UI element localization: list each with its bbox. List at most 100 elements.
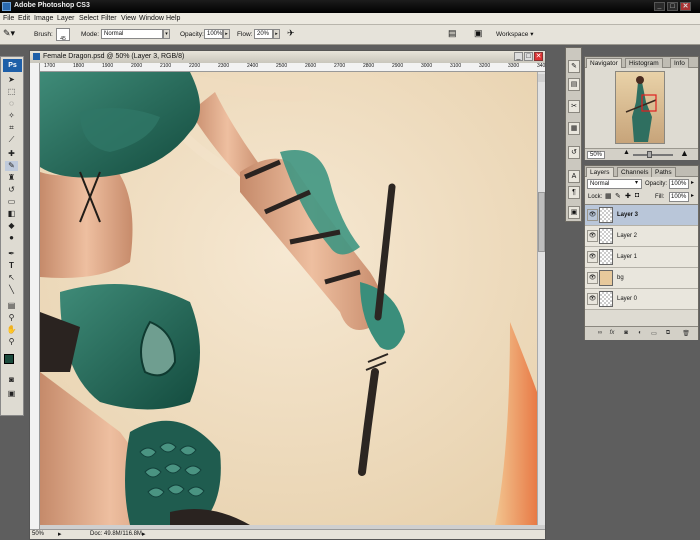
- eraser-icon[interactable]: ▭: [5, 197, 18, 207]
- screen-mode-icon[interactable]: ▣: [5, 389, 18, 399]
- doc-close-button[interactable]: ✕: [534, 52, 543, 61]
- scroll-thumb[interactable]: [538, 192, 545, 252]
- tool-presets-panel-icon[interactable]: ▤: [568, 78, 580, 91]
- lasso-tool-icon[interactable]: ◌: [5, 99, 18, 109]
- lock-pixels-icon[interactable]: ✎: [615, 192, 621, 200]
- tab-channels[interactable]: Channels: [617, 167, 653, 177]
- tab-info[interactable]: Info: [670, 58, 689, 68]
- zoom-tool-icon[interactable]: ⚲: [5, 337, 18, 347]
- blend-mode-select[interactable]: Normal: [587, 179, 642, 189]
- status-menu-icon[interactable]: ▸: [58, 530, 62, 538]
- menu-select[interactable]: Select: [79, 15, 98, 22]
- mask-icon[interactable]: ◙: [621, 330, 631, 339]
- opacity-field[interactable]: 100%: [204, 29, 223, 39]
- crop-tool-icon[interactable]: ⌗: [5, 123, 18, 133]
- dodge-tool-icon[interactable]: ●: [5, 233, 18, 243]
- layer-opacity-arrow-icon[interactable]: ▸: [691, 179, 694, 186]
- history-brush-icon[interactable]: ↺: [5, 185, 18, 195]
- move-tool-icon[interactable]: ➤: [5, 75, 18, 85]
- tab-histogram[interactable]: Histogram: [625, 58, 663, 68]
- group-icon[interactable]: ▭: [649, 330, 659, 339]
- healing-brush-icon[interactable]: ✚: [5, 149, 18, 159]
- fx-icon[interactable]: fx: [607, 330, 617, 339]
- clone-source-panel-icon[interactable]: ▦: [568, 122, 580, 135]
- visibility-eye-icon[interactable]: 👁: [587, 209, 598, 221]
- layer-row[interactable]: 👁 Layer 0: [585, 289, 698, 310]
- hand-tool-icon[interactable]: ✋: [5, 325, 18, 335]
- shape-tool-icon[interactable]: ╲: [5, 285, 18, 295]
- minimize-button[interactable]: _: [654, 2, 665, 11]
- mode-dropdown-icon[interactable]: ▾: [163, 29, 170, 39]
- fill-arrow-icon[interactable]: ▸: [691, 192, 694, 199]
- history-panel-icon[interactable]: ↺: [568, 146, 580, 159]
- menu-help[interactable]: Help: [166, 15, 180, 22]
- layer-comps-panel-icon[interactable]: ▣: [568, 206, 580, 219]
- zoom-in-icon[interactable]: ▲: [680, 148, 689, 158]
- visibility-eye-icon[interactable]: 👁: [587, 272, 598, 284]
- path-select-icon[interactable]: ↖: [5, 273, 18, 283]
- workspace-button[interactable]: Workspace ▾: [494, 29, 535, 40]
- adjustment-layer-icon[interactable]: ◐: [635, 330, 645, 339]
- flow-slider-icon[interactable]: ▸: [273, 29, 280, 39]
- menu-window[interactable]: Window: [139, 15, 164, 22]
- layer-row[interactable]: 👁 Layer 1: [585, 247, 698, 268]
- lock-transparency-icon[interactable]: ▦: [605, 192, 612, 200]
- trash-icon[interactable]: 🗑: [681, 330, 691, 339]
- doc-minimize-button[interactable]: _: [514, 52, 523, 61]
- zoom-out-icon[interactable]: ▲: [623, 149, 630, 156]
- foreground-color-swatch[interactable]: [4, 354, 14, 364]
- visibility-eye-icon[interactable]: 👁: [587, 293, 598, 305]
- navigator-zoom[interactable]: 50%: [587, 151, 606, 159]
- brush-tool-preset-icon[interactable]: ✎▾: [3, 28, 15, 39]
- marquee-tool-icon[interactable]: ⬚: [5, 87, 18, 97]
- slice-tool-icon[interactable]: ⟋: [5, 135, 18, 145]
- menu-view[interactable]: View: [121, 15, 136, 22]
- menu-layer[interactable]: Layer: [57, 15, 75, 22]
- eyedropper-icon[interactable]: ⚲: [5, 313, 18, 323]
- layer-opacity-field[interactable]: 100%: [669, 179, 689, 189]
- character-panel-icon[interactable]: A: [568, 170, 580, 183]
- status-arrow-icon[interactable]: ▸: [142, 530, 146, 538]
- brush-picker[interactable]: 45: [56, 28, 70, 42]
- flow-field[interactable]: 20%: [254, 29, 273, 39]
- type-tool-icon[interactable]: T: [5, 261, 18, 271]
- zoom-slider-thumb[interactable]: [647, 151, 652, 158]
- tools-panel-icon[interactable]: ✂: [568, 100, 580, 113]
- mode-select[interactable]: Normal: [101, 29, 163, 39]
- maximize-button[interactable]: □: [667, 2, 678, 11]
- notes-tool-icon[interactable]: ▤: [5, 301, 18, 311]
- opacity-slider-icon[interactable]: ▸: [223, 29, 230, 39]
- menu-image[interactable]: Image: [34, 15, 53, 22]
- tab-layers[interactable]: Layers: [586, 167, 614, 177]
- clone-stamp-icon[interactable]: ♜: [5, 173, 18, 183]
- gradient-tool-icon[interactable]: ◧: [5, 209, 18, 219]
- magic-wand-icon[interactable]: ✧: [5, 111, 18, 121]
- paragraph-panel-icon[interactable]: ¶: [568, 186, 580, 199]
- tab-navigator[interactable]: Navigator: [586, 58, 622, 68]
- tab-paths[interactable]: Paths: [651, 167, 676, 177]
- zoom-slider[interactable]: [633, 154, 673, 156]
- link-layers-icon[interactable]: ∞: [595, 330, 605, 339]
- canvas[interactable]: [40, 72, 537, 525]
- tool-presets-icon[interactable]: ▤: [448, 28, 457, 39]
- fill-field[interactable]: 100%: [669, 192, 689, 202]
- zoom-level[interactable]: 50%: [32, 531, 44, 537]
- close-button[interactable]: ✕: [680, 2, 691, 11]
- airbrush-icon[interactable]: ✈: [287, 28, 295, 39]
- visibility-eye-icon[interactable]: 👁: [587, 230, 598, 242]
- blend-mode-dropdown-icon[interactable]: ▾: [635, 179, 638, 186]
- vertical-scrollbar[interactable]: [537, 72, 545, 525]
- brush-tool-icon[interactable]: ✎: [5, 161, 18, 171]
- file-browser-icon[interactable]: ▣: [474, 28, 483, 39]
- menu-edit[interactable]: Edit: [18, 15, 30, 22]
- visibility-eye-icon[interactable]: 👁: [587, 251, 598, 263]
- new-layer-icon[interactable]: ⧉: [663, 330, 673, 339]
- layer-row[interactable]: 👁 Layer 2: [585, 226, 698, 247]
- pen-tool-icon[interactable]: ✒: [5, 249, 18, 259]
- doc-maximize-button[interactable]: □: [524, 52, 533, 61]
- scroll-up-icon[interactable]: [538, 74, 545, 82]
- lock-all-icon[interactable]: ◘: [635, 192, 639, 199]
- layer-row[interactable]: 👁 bg: [585, 268, 698, 289]
- layer-row[interactable]: 👁 Layer 3: [585, 205, 698, 226]
- quick-mask-icon[interactable]: ◙: [5, 375, 18, 385]
